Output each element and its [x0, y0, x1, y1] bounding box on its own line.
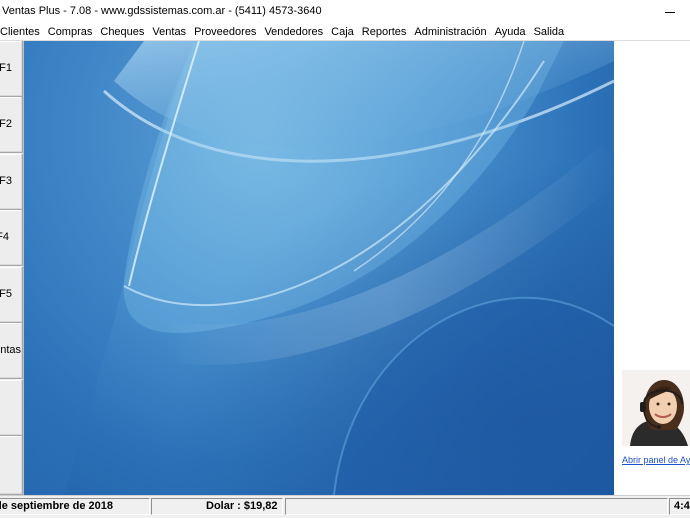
- status-bar: de septiembre de 2018 Dolar : $19,82 4:4: [0, 495, 690, 518]
- f4-button[interactable]: F4: [0, 210, 23, 266]
- headset-agent-icon: [622, 370, 690, 446]
- menu-clientes[interactable]: Clientes: [0, 24, 44, 40]
- menu-bar: Clientes Compras Cheques Ventas Proveedo…: [0, 24, 690, 41]
- menu-compras[interactable]: Compras: [44, 24, 97, 40]
- f5-label: F5: [0, 288, 12, 300]
- blank-button-1[interactable]: [0, 380, 23, 436]
- support-agent-avatar: [622, 370, 690, 446]
- f3-label: F3: [0, 175, 12, 187]
- ventas-label: entas: [0, 344, 21, 356]
- f1-button[interactable]: F1: [0, 41, 23, 97]
- status-dollar: Dolar : $19,82: [151, 498, 283, 515]
- blank-button-2[interactable]: [0, 436, 23, 495]
- menu-ventas[interactable]: Ventas: [148, 24, 190, 40]
- menu-salida[interactable]: Salida: [530, 24, 569, 40]
- help-panel: Abrir panel de Ayuda: [614, 41, 690, 495]
- title-bar: Ventas Plus - 7.08 - www.gdssistemas.com…: [0, 0, 690, 25]
- menu-cheques[interactable]: Cheques: [96, 24, 148, 40]
- menu-ayuda[interactable]: Ayuda: [491, 24, 530, 40]
- menu-proveedores[interactable]: Proveedores: [190, 24, 260, 40]
- wallpaper-waves: [24, 41, 614, 495]
- f1-label: F1: [0, 62, 12, 74]
- status-time: 4:4: [669, 498, 690, 515]
- status-date-text: de septiembre de 2018: [0, 500, 114, 512]
- function-key-bar: F1 F2 F3 F4 F5 entas: [0, 41, 24, 495]
- status-date: de septiembre de 2018: [0, 498, 150, 515]
- status-dollar-text: Dolar : $19,82: [206, 500, 278, 512]
- menu-reportes[interactable]: Reportes: [358, 24, 411, 40]
- f2-label: F2: [0, 118, 12, 130]
- app-window: Ventas Plus - 7.08 - www.gdssistemas.com…: [0, 0, 690, 518]
- ventas-button[interactable]: entas: [0, 323, 23, 379]
- status-empty-panel: [285, 498, 668, 515]
- f3-button[interactable]: F3: [0, 154, 23, 210]
- menu-vendedores[interactable]: Vendedores: [260, 24, 327, 40]
- f5-button[interactable]: F5: [0, 267, 23, 323]
- menu-administracion[interactable]: Administración: [410, 24, 490, 40]
- f2-button[interactable]: F2: [0, 97, 23, 153]
- open-help-panel-link[interactable]: Abrir panel de Ayuda: [622, 455, 690, 465]
- window-title: Ventas Plus - 7.08 - www.gdssistemas.com…: [2, 5, 322, 17]
- minimize-icon: [665, 11, 675, 13]
- f4-label: F4: [0, 231, 9, 243]
- minimize-button[interactable]: [650, 0, 690, 22]
- desktop-wallpaper: [24, 41, 614, 495]
- menu-caja[interactable]: Caja: [327, 24, 358, 40]
- status-time-text: 4:4: [674, 500, 690, 512]
